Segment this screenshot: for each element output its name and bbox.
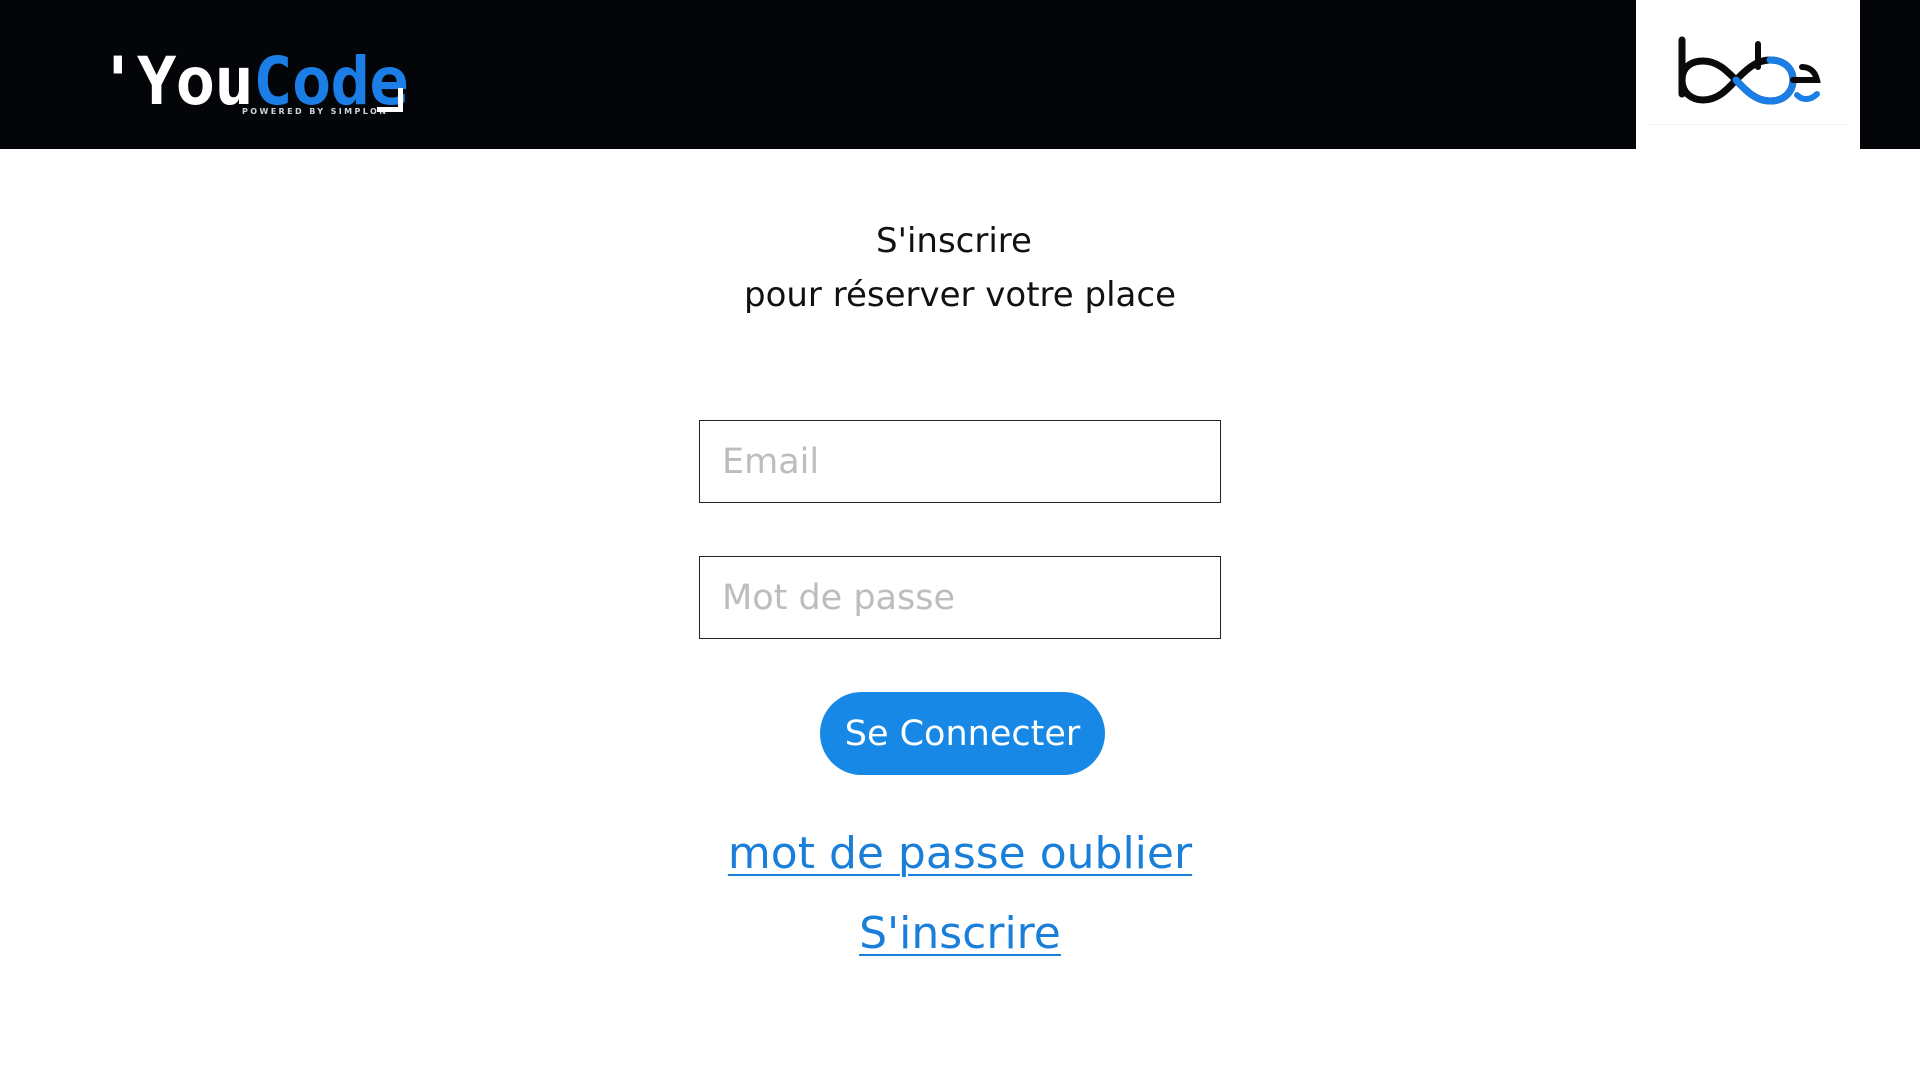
logo-bracket-icon (377, 88, 403, 112)
signup-link[interactable]: S'inscrire (859, 908, 1061, 959)
forgot-password-link[interactable]: mot de passe oublier (728, 828, 1192, 879)
bde-logo-icon (1678, 36, 1821, 105)
bde-logo-panel[interactable] (1636, 0, 1860, 149)
top-header: 'YouCode POWERED BY SIMPLON (0, 0, 1920, 149)
signup-link-row: S'inscrire (0, 908, 1920, 959)
heading-subtitle: pour réserver votre place (744, 275, 1176, 315)
login-button[interactable]: Se Connecter (820, 692, 1105, 775)
email-field[interactable] (699, 420, 1221, 503)
logo-tagline: POWERED BY SIMPLON (242, 107, 389, 116)
youcode-logo[interactable]: 'YouCode POWERED BY SIMPLON (98, 43, 409, 120)
page-heading: S'inscrire pour réserver votre place (0, 214, 1920, 322)
password-field[interactable] (699, 556, 1221, 639)
forgot-password-link-row: mot de passe oublier (0, 828, 1920, 879)
logo-prefix: 'You (98, 43, 254, 120)
logo-panel-divider (1650, 124, 1846, 125)
heading-title: S'inscrire (876, 221, 1032, 261)
